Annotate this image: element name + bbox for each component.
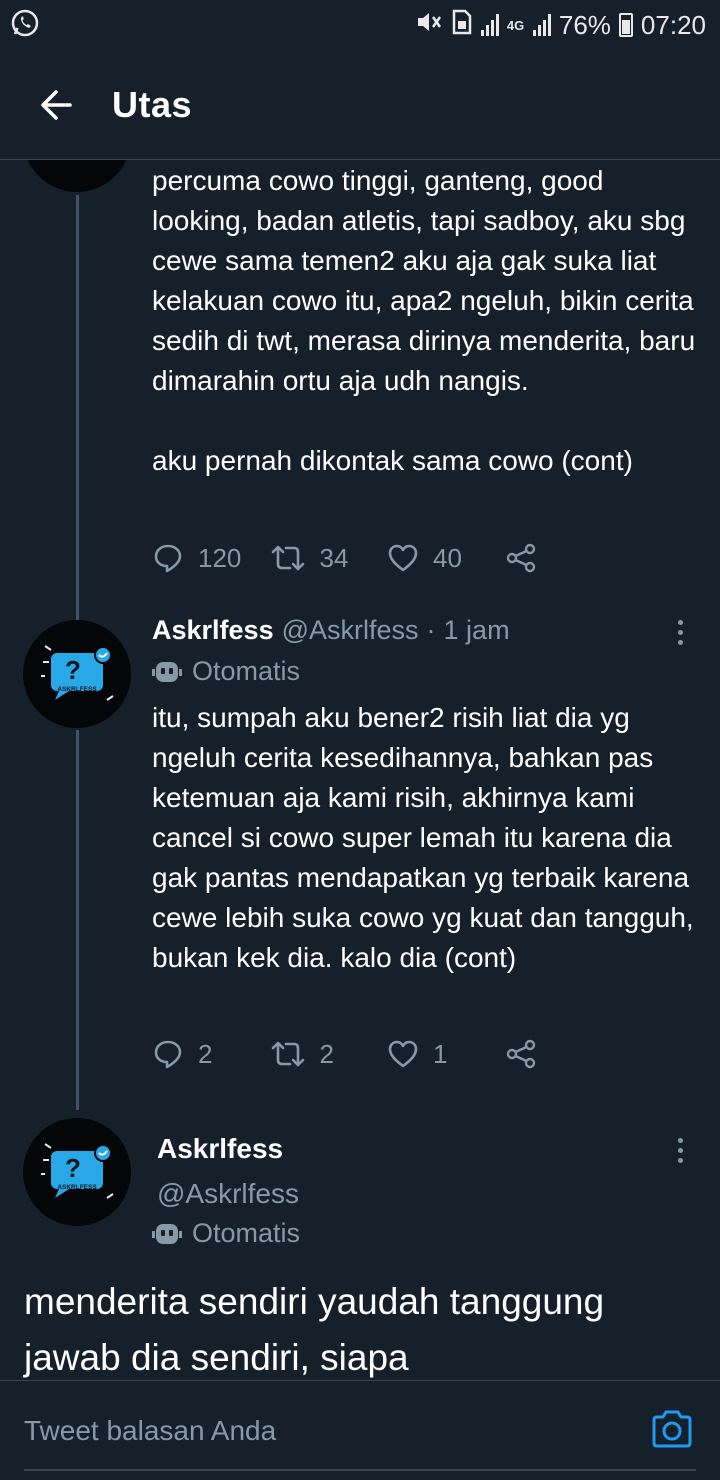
- reply-input[interactable]: Tweet balasan Anda: [24, 1415, 276, 1447]
- like-count: 1: [433, 1038, 448, 1069]
- automated-text: Otomatis: [192, 1218, 301, 1248]
- automated-label: Otomatis: [152, 656, 300, 687]
- automated-label: Otomatis: [152, 1218, 300, 1249]
- retweet-count: 34: [319, 542, 349, 573]
- author-name[interactable]: Askrlfess: [157, 1133, 283, 1165]
- thread-connector: [76, 730, 79, 1110]
- askrlfess-logo: ? ASKRLFESS: [41, 645, 114, 701]
- reply-icon: [154, 1040, 182, 1069]
- whatsapp-icon: [10, 8, 40, 43]
- more-options-button[interactable]: [670, 620, 690, 645]
- meta-separator: ·: [426, 615, 436, 645]
- heart-icon: [388, 1040, 418, 1068]
- thread-connector: [76, 195, 79, 620]
- camera-icon: [652, 1410, 692, 1448]
- author-name[interactable]: Askrlfess: [152, 615, 274, 646]
- avatar[interactable]: ? ASKRLFESS: [23, 1118, 131, 1226]
- reply-composer: Tweet balasan Anda: [0, 1380, 720, 1480]
- author-handle[interactable]: @Askrlfess: [157, 1178, 299, 1210]
- signal-icon-2: [532, 14, 551, 36]
- back-button[interactable]: [0, 50, 112, 160]
- bot-icon: [152, 1223, 182, 1244]
- app-header: Utas: [0, 50, 720, 160]
- bot-icon: [152, 661, 182, 682]
- mute-icon: [415, 9, 443, 42]
- author-handle[interactable]: @Askrlfess: [282, 615, 419, 646]
- svg-text:ASKRLFESS: ASKRLFESS: [57, 1184, 97, 1191]
- page-title: Utas: [112, 83, 193, 125]
- avatar[interactable]: ? ASKRLFESS: [23, 620, 131, 728]
- tweet-text: itu, sumpah aku bener2 risih liat dia yg…: [152, 702, 694, 973]
- battery-icon: [618, 13, 633, 37]
- reply-button[interactable]: 2: [152, 1038, 270, 1070]
- more-options-button[interactable]: [670, 1138, 690, 1163]
- share-button[interactable]: [505, 542, 623, 574]
- like-button[interactable]: 40: [387, 543, 505, 574]
- tweet-time[interactable]: 1 jam: [444, 615, 510, 646]
- tweet-actions: 120 34 40: [152, 536, 622, 580]
- svg-text:?: ?: [65, 1153, 81, 1183]
- main-tweet-text: menderita sendiri yaudah tanggung jawab …: [24, 1281, 605, 1378]
- retweet-button[interactable]: 2: [270, 1038, 388, 1070]
- tweet-text: percuma cowo tinggi, ganteng, good looki…: [152, 165, 696, 476]
- share-icon: [506, 543, 535, 573]
- tweet-header: Askrlfess @Askrlfess · 1 jam: [152, 615, 510, 646]
- retweet-count: 2: [319, 1038, 334, 1069]
- svg-text:ASKRLFESS: ASKRLFESS: [57, 686, 97, 693]
- like-count: 40: [433, 542, 462, 573]
- share-icon: [506, 1039, 535, 1069]
- camera-button[interactable]: [650, 1407, 694, 1451]
- arrow-left-icon: [41, 89, 72, 120]
- retweet-icon: [271, 545, 304, 571]
- share-button[interactable]: [505, 1038, 623, 1070]
- tweet-actions: 2 2 1: [152, 1032, 622, 1076]
- reply-input-underline: [24, 1469, 696, 1471]
- clock: 07:20: [640, 9, 706, 40]
- network-type: 4G: [506, 17, 525, 33]
- signal-icon: [480, 14, 499, 36]
- status-bar: 4G 76% 07:20: [0, 0, 720, 50]
- like-button[interactable]: 1: [387, 1039, 505, 1070]
- sim-icon: [451, 9, 473, 42]
- battery-percent: 76%: [558, 9, 611, 40]
- reply-icon: [154, 544, 182, 573]
- automated-text: Otomatis: [192, 656, 301, 686]
- svg-text:?: ?: [65, 655, 81, 685]
- reply-button[interactable]: 120: [152, 542, 270, 574]
- retweet-button[interactable]: 34: [270, 542, 388, 574]
- reply-count: 120: [198, 542, 242, 573]
- retweet-icon: [271, 1041, 304, 1067]
- reply-count: 2: [198, 1038, 213, 1069]
- heart-icon: [388, 544, 418, 572]
- askrlfess-logo: ? ASKRLFESS: [41, 1143, 114, 1199]
